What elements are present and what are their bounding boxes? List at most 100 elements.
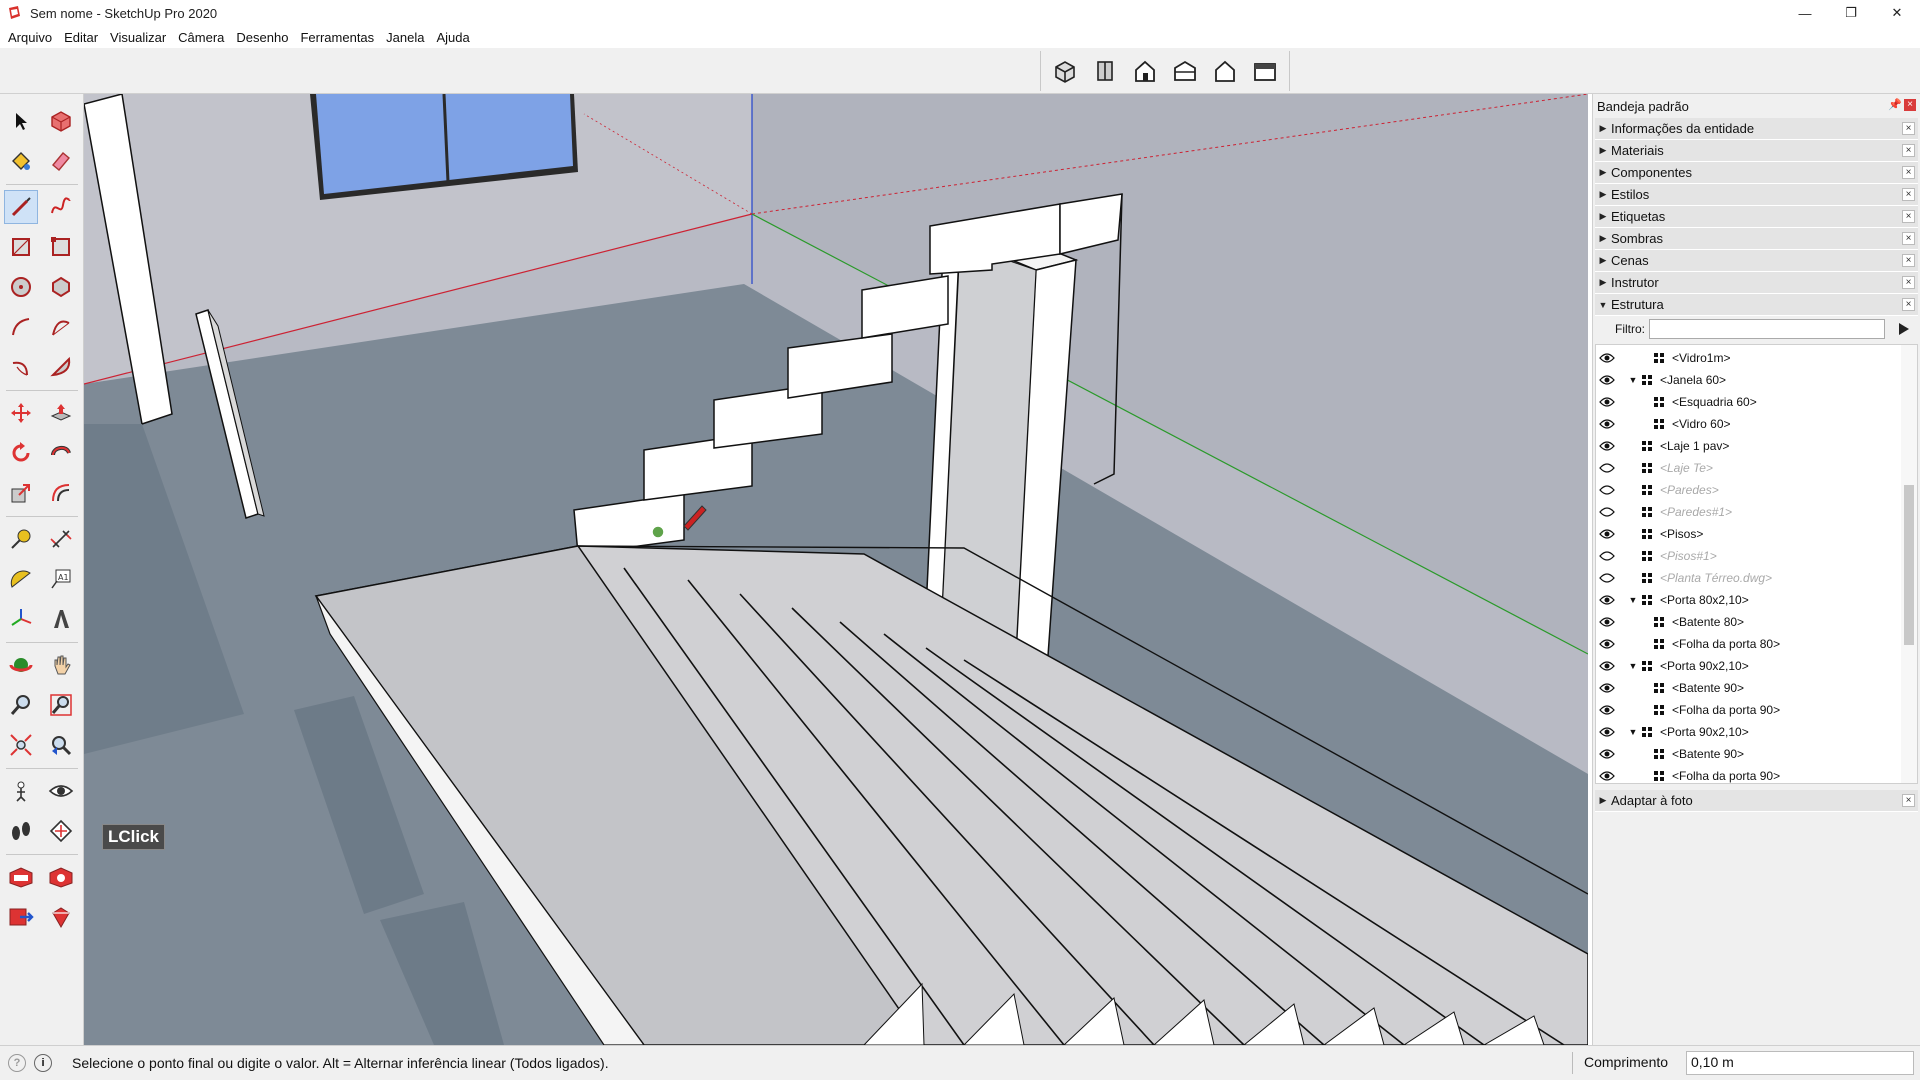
top-view-icon[interactable] xyxy=(1087,53,1123,89)
eye-hidden-icon[interactable] xyxy=(1596,501,1618,523)
look-around-icon[interactable] xyxy=(44,774,78,808)
eye-open-icon[interactable] xyxy=(1596,699,1618,721)
arc-icon[interactable] xyxy=(4,310,38,344)
menu-editar[interactable]: Editar xyxy=(58,30,104,45)
panel-instructor[interactable]: ▶ Instrutor × xyxy=(1595,272,1918,294)
eye-open-icon[interactable] xyxy=(1596,721,1618,743)
zoom-icon[interactable] xyxy=(4,688,38,722)
back-view-icon[interactable] xyxy=(1207,53,1243,89)
panel-close-icon[interactable]: × xyxy=(1902,122,1915,135)
panel-close-icon[interactable]: × xyxy=(1902,298,1915,311)
filter-input[interactable] xyxy=(1649,319,1885,339)
panel-close-icon[interactable]: × xyxy=(1902,144,1915,157)
eye-open-icon[interactable] xyxy=(1596,523,1618,545)
eye-open-icon[interactable] xyxy=(1596,655,1618,677)
outliner-details-icon[interactable] xyxy=(1895,320,1913,338)
circle-icon[interactable] xyxy=(4,270,38,304)
line-icon[interactable] xyxy=(4,190,38,224)
outliner-row[interactable]: <Planta Térreo.dwg> xyxy=(1596,567,1772,589)
collapse-toggle-icon[interactable]: ▼ xyxy=(1626,727,1640,737)
menu-ferramentas[interactable]: Ferramentas xyxy=(294,30,380,45)
eye-open-icon[interactable] xyxy=(1596,765,1618,783)
menu-desenho[interactable]: Desenho xyxy=(230,30,294,45)
outliner-row[interactable]: <Paredes> xyxy=(1596,479,1719,501)
panel-outliner[interactable]: ▼ Estrutura × xyxy=(1595,294,1918,316)
eye-hidden-icon[interactable] xyxy=(1596,545,1618,567)
outliner-row[interactable]: <Paredes#1> xyxy=(1596,501,1732,523)
make-component-icon[interactable] xyxy=(44,104,78,138)
info-icon[interactable]: i xyxy=(34,1054,52,1072)
eye-open-icon[interactable] xyxy=(1596,413,1618,435)
polygon-icon[interactable] xyxy=(44,270,78,304)
outliner-row[interactable]: ▼ <Porta 90x2,10> xyxy=(1596,721,1749,743)
tape-measure-icon[interactable] xyxy=(4,522,38,556)
measurements-input[interactable]: 0,10 m xyxy=(1686,1051,1914,1075)
eye-open-icon[interactable] xyxy=(1596,435,1618,457)
panel-materials[interactable]: ▶ Materiais × xyxy=(1595,140,1918,162)
3d-text-icon[interactable] xyxy=(44,602,78,636)
eye-open-icon[interactable] xyxy=(1596,369,1618,391)
panel-close-icon[interactable]: × xyxy=(1902,276,1915,289)
outliner-row[interactable]: <Vidro1m> xyxy=(1596,347,1730,369)
push-pull-icon[interactable] xyxy=(44,396,78,430)
close-button[interactable]: ✕ xyxy=(1874,0,1920,26)
panel-components[interactable]: ▶ Componentes × xyxy=(1595,162,1918,184)
eraser-icon[interactable] xyxy=(44,144,78,178)
pan-icon[interactable] xyxy=(44,648,78,682)
panel-styles[interactable]: ▶ Estilos × xyxy=(1595,184,1918,206)
menu-ajuda[interactable]: Ajuda xyxy=(430,30,475,45)
outliner-row[interactable]: <Batente 90> xyxy=(1596,677,1744,699)
left-view-icon[interactable] xyxy=(1247,53,1283,89)
collapse-toggle-icon[interactable]: ▼ xyxy=(1626,375,1640,385)
scrollbar-thumb[interactable] xyxy=(1904,485,1914,645)
panel-scenes[interactable]: ▶ Cenas × xyxy=(1595,250,1918,272)
outliner-row[interactable]: <Laje 1 pav> xyxy=(1596,435,1729,457)
outliner-row[interactable]: <Vidro 60> xyxy=(1596,413,1731,435)
restore-button[interactable]: ❐ xyxy=(1828,0,1874,26)
eye-hidden-icon[interactable] xyxy=(1596,457,1618,479)
panel-entity-info[interactable]: ▶ Informações da entidade × xyxy=(1595,118,1918,140)
eye-open-icon[interactable] xyxy=(1596,611,1618,633)
minimize-button[interactable]: — xyxy=(1782,0,1828,26)
paint-bucket-icon[interactable] xyxy=(4,144,38,178)
section-plane-icon[interactable] xyxy=(44,814,78,848)
eye-open-icon[interactable] xyxy=(1596,677,1618,699)
eye-open-icon[interactable] xyxy=(1596,743,1618,765)
extension-manager-icon[interactable] xyxy=(44,900,78,934)
outliner-row[interactable]: <Folha da porta 90> xyxy=(1596,699,1780,721)
eye-hidden-icon[interactable] xyxy=(1596,479,1618,501)
eye-open-icon[interactable] xyxy=(1596,347,1618,369)
collapse-toggle-icon[interactable]: ▼ xyxy=(1626,661,1640,671)
menu-janela[interactable]: Janela xyxy=(380,30,430,45)
iso-view-icon[interactable] xyxy=(1047,53,1083,89)
pin-icon[interactable]: 📌 xyxy=(1888,98,1902,111)
walk-icon[interactable] xyxy=(4,814,38,848)
text-icon[interactable]: A1 xyxy=(44,562,78,596)
panel-tags[interactable]: ▶ Etiquetas × xyxy=(1595,206,1918,228)
outliner-row[interactable]: <Laje Te> xyxy=(1596,457,1713,479)
freehand-icon[interactable] xyxy=(44,190,78,224)
rotate-icon[interactable] xyxy=(4,436,38,470)
eye-open-icon[interactable] xyxy=(1596,633,1618,655)
menu-visualizar[interactable]: Visualizar xyxy=(104,30,172,45)
outliner-row[interactable]: ▼ <Janela 60> xyxy=(1596,369,1726,391)
rotated-rectangle-icon[interactable] xyxy=(44,230,78,264)
zoom-extents-icon[interactable] xyxy=(4,728,38,762)
two-point-arc-icon[interactable] xyxy=(44,310,78,344)
outliner-row[interactable]: <Pisos#1> xyxy=(1596,545,1717,567)
panel-close-icon[interactable]: × xyxy=(1902,794,1915,807)
protractor-icon[interactable] xyxy=(4,562,38,596)
outliner-row[interactable]: ▼ <Porta 80x2,10> xyxy=(1596,589,1749,611)
send-to-layout-icon[interactable] xyxy=(4,900,38,934)
dimension-icon[interactable] xyxy=(44,522,78,556)
panel-match-photo[interactable]: ▶ Adaptar à foto × xyxy=(1595,790,1918,812)
panel-close-icon[interactable]: × xyxy=(1902,188,1915,201)
right-view-icon[interactable] xyxy=(1167,53,1203,89)
eye-hidden-icon[interactable] xyxy=(1596,567,1618,589)
model-viewport[interactable]: LClick xyxy=(84,94,1588,1045)
panel-close-icon[interactable]: × xyxy=(1902,254,1915,267)
pie-icon[interactable] xyxy=(44,350,78,384)
panel-close-icon[interactable]: × xyxy=(1902,232,1915,245)
outliner-row[interactable]: <Pisos> xyxy=(1596,523,1703,545)
panel-close-icon[interactable]: × xyxy=(1902,210,1915,223)
